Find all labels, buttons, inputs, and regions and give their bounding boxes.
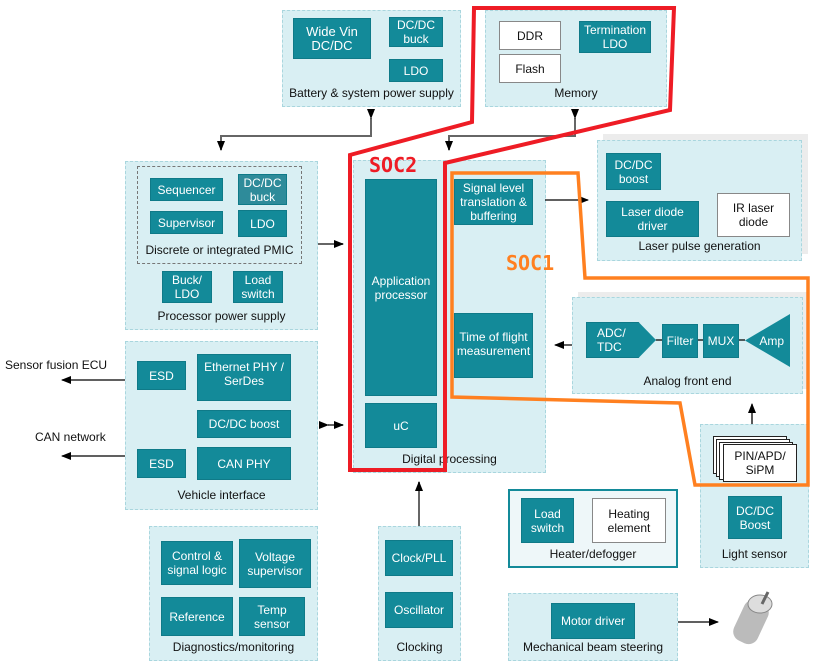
connectors-layer [61, 6, 810, 645]
soc1-label: SOC1 [506, 251, 555, 275]
motor-icon [733, 591, 773, 645]
battery-proc-connector [217, 109, 375, 151]
soc2-label: SOC2 [369, 153, 418, 177]
soc1-outline [450, 171, 810, 487]
